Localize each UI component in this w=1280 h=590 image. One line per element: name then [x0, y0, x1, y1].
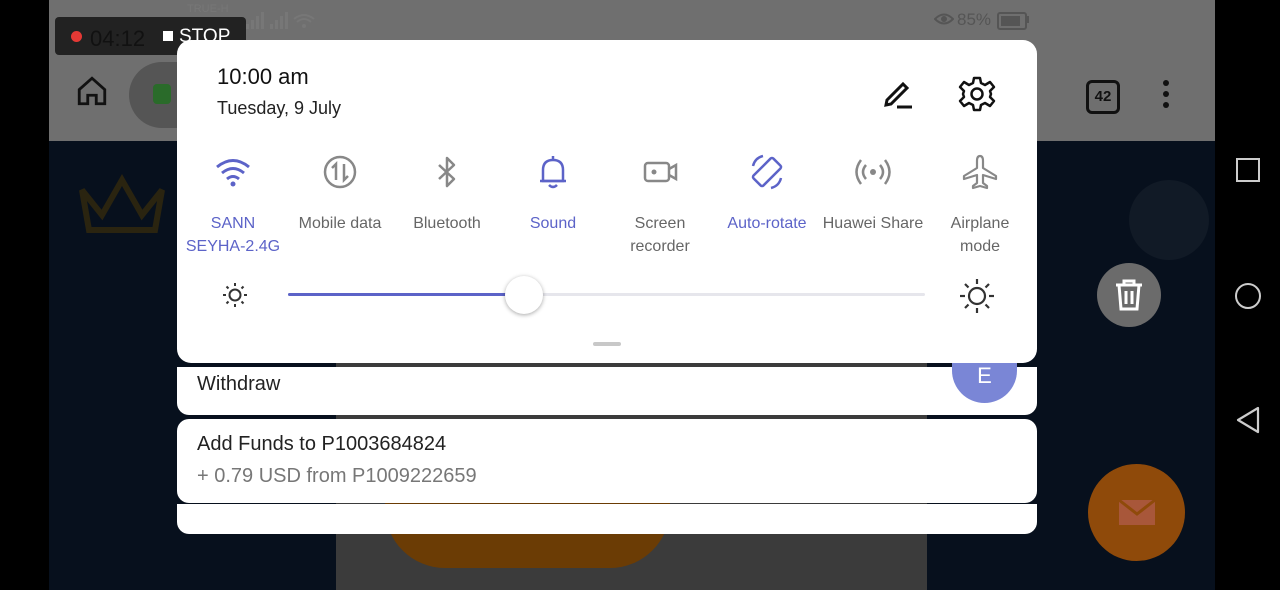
tile-wifi[interactable]: SANN SEYHA-2.4G: [179, 152, 287, 258]
clock-time: 10:00 am: [217, 64, 309, 89]
gear-icon[interactable]: [957, 74, 997, 114]
tile-auto-rotate[interactable]: Auto-rotate: [713, 152, 821, 235]
trash-icon: [1116, 279, 1142, 311]
quick-settings-panel: 10:00 am Tuesday, 9 July SANN SEYHA-2.4G …: [177, 40, 1037, 363]
screen-recorder-icon: [643, 161, 678, 183]
bluetooth-icon: [438, 156, 456, 188]
brightness-high-icon: [960, 279, 994, 313]
notification-subtitle: + 0.79 USD from P1009222659: [197, 465, 477, 487]
notification-title: Withdraw: [197, 373, 281, 395]
huawei-share-icon: [855, 159, 891, 185]
avatar: E: [952, 363, 1017, 403]
home-button[interactable]: [1235, 283, 1261, 309]
notification-add-funds[interactable]: Add Funds to P1003684824 + 0.79 USD from…: [177, 419, 1037, 503]
tile-airplane-mode[interactable]: Airplane mode: [926, 152, 1034, 258]
edit-icon[interactable]: [879, 76, 915, 112]
recording-dot-icon: [71, 31, 82, 42]
site-menu-button[interactable]: [1129, 180, 1209, 260]
auto-rotate-icon: [751, 154, 783, 190]
mobile-data-icon: [323, 155, 357, 189]
wifi-icon: [216, 159, 250, 187]
tile-bluetooth[interactable]: Bluetooth: [393, 152, 501, 235]
back-button[interactable]: [1234, 405, 1262, 435]
tile-label: Sound: [529, 215, 577, 232]
tile-label: Huawei Share: [822, 215, 924, 232]
lock-icon: [153, 84, 171, 104]
more-menu-icon[interactable]: [1163, 80, 1169, 113]
tile-label: Bluetooth: [413, 215, 481, 232]
recents-button[interactable]: [1236, 158, 1260, 182]
notification-title: Add Funds to P1003684824: [197, 433, 447, 455]
site-logo-icon: [79, 173, 165, 233]
stop-icon: [163, 31, 173, 41]
tile-label: SANN SEYHA-2.4G: [185, 215, 281, 255]
brightness-fill: [288, 293, 524, 296]
tile-label: Screen recorder: [630, 215, 690, 255]
airplane-icon: [962, 154, 998, 190]
mail-button[interactable]: [1088, 464, 1185, 561]
tile-screen-recorder[interactable]: Screen recorder: [606, 152, 714, 258]
tile-huawei-share[interactable]: Huawei Share: [819, 152, 927, 235]
home-icon[interactable]: [75, 74, 109, 108]
notification-withdraw[interactable]: Withdraw E: [177, 363, 1037, 415]
battery-percent: 85%: [957, 10, 992, 29]
brightness-thumb[interactable]: [504, 276, 543, 314]
clock-date: Tuesday, 9 July: [217, 98, 342, 118]
tile-label: Mobile data: [298, 215, 382, 232]
notification-stack-edge: [177, 504, 1037, 534]
trash-button[interactable]: [1097, 263, 1161, 327]
eye-comfort-icon: [934, 13, 954, 25]
brightness-low-icon: [223, 283, 247, 307]
signal-icon: [246, 12, 315, 29]
recording-time: 04:12: [90, 26, 146, 51]
tab-switcher-button[interactable]: 42: [1086, 80, 1120, 114]
tile-sound[interactable]: Sound: [499, 152, 607, 235]
panel-drag-handle[interactable]: [593, 342, 621, 346]
battery-icon: [997, 12, 1027, 30]
tile-label: Airplane mode: [950, 215, 1010, 255]
mail-icon: [1118, 498, 1156, 525]
carrier-label: TRUE-H: [187, 3, 229, 15]
tile-mobile-data[interactable]: Mobile data: [286, 152, 394, 235]
tile-label: Auto-rotate: [727, 215, 807, 232]
brightness-slider[interactable]: [288, 293, 925, 296]
bell-icon: [540, 156, 566, 189]
